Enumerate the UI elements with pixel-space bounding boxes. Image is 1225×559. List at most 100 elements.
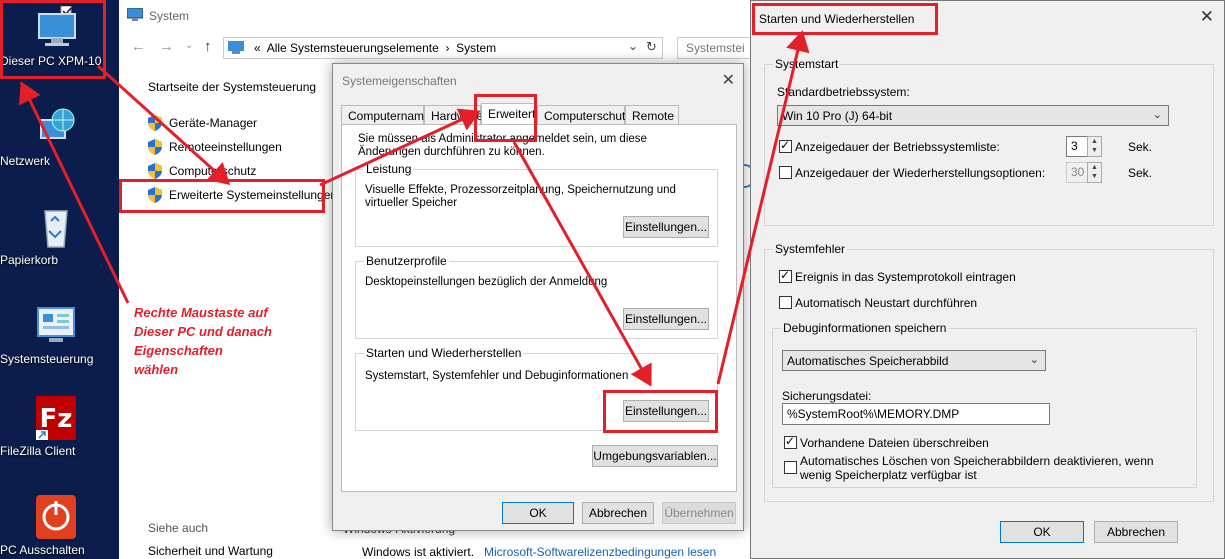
tab-hardware[interactable]: Hardware xyxy=(424,105,483,125)
desktop-icon-control-panel[interactable]: Systemsteuerung xyxy=(0,304,112,366)
recycle-bin-icon xyxy=(44,210,68,248)
disable-auto-delete-label: Automatisches Löschen von Speicherabbild… xyxy=(800,454,1154,482)
highlight-advanced-settings xyxy=(119,179,325,213)
chevron-down-icon: ⌄ xyxy=(1152,109,1162,121)
highlight-advanced-tab xyxy=(474,94,537,142)
close-icon[interactable]: ✕ xyxy=(1200,7,1214,27)
systemfehler-group: Systemfehler Ereignis in das Systemproto… xyxy=(764,242,1214,502)
overwrite-label: Vorhandene Dateien überschreiben xyxy=(800,436,989,450)
address-dropdown-icon[interactable]: ⌄ xyxy=(628,39,638,53)
group-title: Starten und Wiederherstellen xyxy=(364,346,524,360)
apply-button[interactable]: Übernehmen xyxy=(662,502,736,524)
dump-file-input[interactable]: %SystemRoot%\MEMORY.DMP xyxy=(782,403,1050,425)
uac-shield-icon xyxy=(148,139,162,155)
ok-button[interactable]: OK xyxy=(502,502,574,524)
see-also-security-maintenance[interactable]: Sicherheit und Wartung xyxy=(148,544,273,558)
annotation-line: Eigenschaften xyxy=(134,343,223,358)
see-also-heading: Siehe auch xyxy=(148,521,209,535)
dump-file-value: %SystemRoot%\MEMORY.DMP xyxy=(787,407,960,421)
debug-info-select[interactable]: Automatisches Speicherabbild ⌄ xyxy=(782,350,1046,371)
desktop-icon-recycle-bin[interactable]: Papierkorb xyxy=(0,205,112,267)
search-placeholder: Systemstei xyxy=(686,41,745,55)
license-terms-link[interactable]: Microsoft-Softwarelizenzbedingungen lese… xyxy=(484,545,716,559)
desktop-icon-label: Papierkorb xyxy=(0,253,59,267)
filezilla-icon: Fz xyxy=(36,396,76,440)
forward-arrow-icon[interactable]: → xyxy=(159,38,174,55)
auto-restart-checkbox[interactable] xyxy=(779,296,792,309)
default-os-label: Standardbetriebssystem: xyxy=(777,85,910,99)
os-list-seconds-stepper[interactable]: 3 ▲ ▼ xyxy=(1066,136,1102,157)
desktop-icon-filezilla[interactable]: Fz FileZilla Client xyxy=(0,396,112,458)
tab-computer-protection[interactable]: Computerschutz xyxy=(537,105,631,125)
startup-recovery-dialog: Starten und Wiederherstellen ✕ Systemsta… xyxy=(750,0,1225,559)
breadcrumb-item-system[interactable]: System xyxy=(456,41,496,55)
ok-button[interactable]: OK xyxy=(1000,521,1084,543)
user-profiles-settings-button[interactable]: Einstellungen... xyxy=(623,308,709,330)
control-panel-icon xyxy=(37,307,75,342)
stepper-value: 30 xyxy=(1071,165,1085,179)
annotation-line: Dieser PC und danach xyxy=(134,324,272,339)
write-event-checkbox[interactable] xyxy=(779,268,792,283)
up-down-icon[interactable]: ▲ ▼ xyxy=(1087,136,1102,157)
annotation-line: wählen xyxy=(134,362,179,377)
back-arrow-icon[interactable]: ← xyxy=(131,38,146,55)
sidebar-home-link[interactable]: Startseite der Systemsteuerung xyxy=(148,80,316,94)
sidebar-item-device-manager[interactable]: Geräte-Manager xyxy=(148,115,258,131)
disable-auto-delete-checkbox[interactable] xyxy=(784,461,797,474)
systemstart-group: Systemstart Standardbetriebssystem: Win … xyxy=(764,57,1214,226)
seconds-unit: Sek. xyxy=(1128,166,1153,180)
recent-dropdown-icon[interactable]: ⌄ xyxy=(185,40,193,51)
system-properties-dialog: Systemeigenschaften ✕ Computername Hardw… xyxy=(332,63,744,531)
desktop-icon-label: PC Ausschalten xyxy=(0,543,85,557)
refresh-icon[interactable]: ↻ xyxy=(646,39,657,55)
show-recovery-label: Anzeigedauer der Wiederherstellungsoptio… xyxy=(795,166,1046,180)
group-description: Desktopeinstellungen bezüglich der Anmel… xyxy=(365,276,608,288)
close-icon[interactable]: ✕ xyxy=(722,70,735,90)
overwrite-checkbox[interactable] xyxy=(784,434,797,449)
uac-shield-icon xyxy=(148,115,162,131)
cancel-button[interactable]: Abbrechen xyxy=(1094,521,1178,543)
performance-settings-button[interactable]: Einstellungen... xyxy=(623,216,709,238)
tab-computername[interactable]: Computername xyxy=(341,105,431,125)
group-title: Systemfehler xyxy=(773,242,848,256)
seconds-unit: Sek. xyxy=(1128,140,1153,154)
tab-remote[interactable]: Remote xyxy=(625,105,679,125)
dump-file-label: Sicherungsdatei: xyxy=(782,389,872,403)
user-profiles-group: Benutzerprofile Desktopeinstellungen bez… xyxy=(355,254,718,339)
system-titlebar: System xyxy=(119,0,779,30)
breadcrumb-item-all-control-panel[interactable]: Alle Systemsteuerungselemente xyxy=(267,41,439,55)
group-title: Leistung xyxy=(364,162,414,176)
default-os-value: Win 10 Pro (J) 64-bit xyxy=(782,109,893,123)
environment-variables-button[interactable]: Umgebungsvariablen... xyxy=(592,445,718,467)
uac-shield-icon xyxy=(148,163,162,179)
sidebar-item-computer-protection[interactable]: Computerschutz xyxy=(148,163,257,179)
show-recovery-checkbox[interactable] xyxy=(779,166,792,179)
advanced-tab-panel: Sie müssen als Administrator angemeldet … xyxy=(341,124,737,492)
up-down-icon[interactable]: ▲ ▼ xyxy=(1087,162,1102,183)
sidebar-item-label: Remoteeinstellungen xyxy=(169,140,282,154)
highlight-startup-dialog-title xyxy=(752,3,938,35)
desktop-icon-label: FileZilla Client xyxy=(0,444,76,458)
show-os-list-checkbox[interactable] xyxy=(779,138,792,153)
desktop-icon-power[interactable]: PC Ausschalten xyxy=(0,495,112,557)
group-title: Benutzerprofile xyxy=(364,254,449,268)
group-description: Systemstart, Systemfehler und Debuginfor… xyxy=(365,370,629,382)
desktop-icon-label: Systemsteuerung xyxy=(0,352,94,366)
network-icon xyxy=(40,108,75,139)
highlight-startup-settings-button xyxy=(603,390,718,433)
address-bar[interactable]: « Alle Systemsteuerungselemente › System… xyxy=(223,37,663,59)
default-os-select[interactable]: Win 10 Pro (J) 64-bit ⌄ xyxy=(777,105,1169,126)
sidebar-item-label: Computerschutz xyxy=(169,164,257,178)
desktop-icon-network[interactable]: Netzwerk xyxy=(0,106,112,168)
up-arrow-icon[interactable]: ↑ xyxy=(204,38,212,55)
sidebar-item-label: Geräte-Manager xyxy=(169,116,258,130)
sidebar-item-remote-settings[interactable]: Remoteeinstellungen xyxy=(148,139,282,155)
instruction-annotation: Rechte Maustaste auf Dieser PC und danac… xyxy=(134,303,272,379)
address-location-icon xyxy=(228,41,244,54)
breadcrumb-separator: « xyxy=(254,41,261,55)
recovery-seconds-stepper[interactable]: 30 ▲ ▼ xyxy=(1066,162,1102,183)
desktop-icon-label: Netzwerk xyxy=(0,154,51,168)
breadcrumb-arrow: › xyxy=(445,41,450,55)
cancel-button[interactable]: Abbrechen xyxy=(582,502,654,524)
group-description: Visuelle Effekte, Prozessorzeitplanung, … xyxy=(365,184,676,209)
